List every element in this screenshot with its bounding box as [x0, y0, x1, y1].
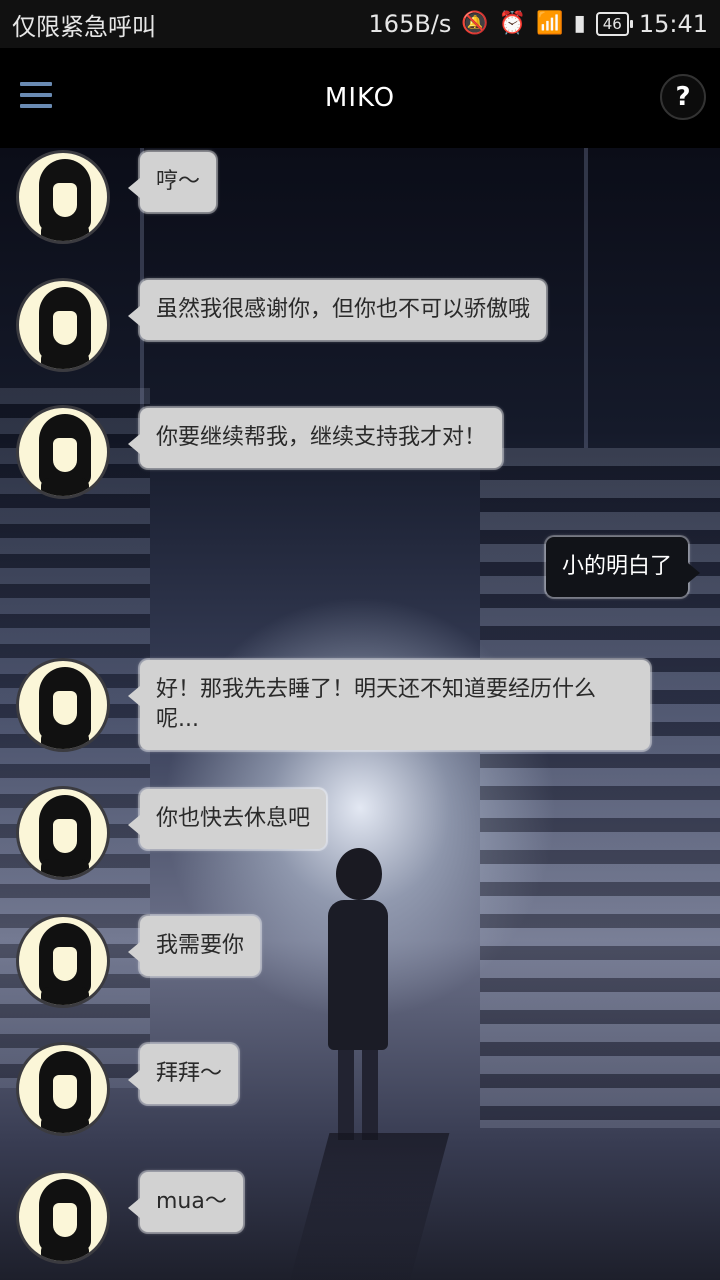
menu-icon[interactable]: [20, 82, 52, 110]
message-bubble[interactable]: 我需要你: [127, 916, 261, 976]
message-bubble-own[interactable]: 小的明白了: [545, 537, 701, 597]
avatar[interactable]: [16, 658, 110, 752]
net-speed-label: 165B/s: [368, 10, 452, 38]
avatar[interactable]: [16, 278, 110, 372]
help-button[interactable]: ?: [660, 74, 706, 120]
avatar[interactable]: [16, 914, 110, 1008]
page-title: MIKO: [324, 83, 396, 113]
message-bubble[interactable]: 你也快去休息吧: [127, 789, 327, 849]
background-figure: [286, 848, 450, 1280]
avatar[interactable]: [16, 786, 110, 880]
wifi-icon: 📶: [536, 11, 564, 36]
carrier-label: 仅限紧急呼叫: [12, 12, 156, 41]
avatar[interactable]: [16, 1170, 110, 1264]
message-bubble[interactable]: 拜拜～: [127, 1044, 239, 1104]
app-bar: MIKO ?: [0, 48, 720, 148]
status-icons: 165B/s 🔕 ⏰ 📶 ▮ 46 15:41: [369, 10, 708, 38]
avatar[interactable]: [16, 405, 110, 499]
clock-label: 15:41: [638, 10, 708, 38]
avatar[interactable]: [16, 1042, 110, 1136]
message-bubble[interactable]: 你要继续帮我，继续支持我才对！: [127, 408, 503, 468]
battery-icon: 46: [595, 12, 633, 36]
status-bar: 仅限紧急呼叫 165B/s 🔕 ⏰ 📶 ▮ 46 15:41: [0, 0, 720, 48]
message-bubble[interactable]: 哼～: [127, 152, 217, 212]
alarm-icon: ⏰: [498, 11, 527, 36]
avatar[interactable]: [16, 150, 110, 244]
message-bubble[interactable]: mua～: [128, 1172, 243, 1232]
mute-icon: 🔕: [461, 11, 489, 36]
message-bubble[interactable]: 好！那我先去睡了！明天还不知道要经历什么呢...: [128, 660, 650, 750]
sim-icon: ▮: [573, 11, 586, 36]
message-bubble[interactable]: 虽然我很感谢你，但你也不可以骄傲哦: [127, 280, 547, 340]
